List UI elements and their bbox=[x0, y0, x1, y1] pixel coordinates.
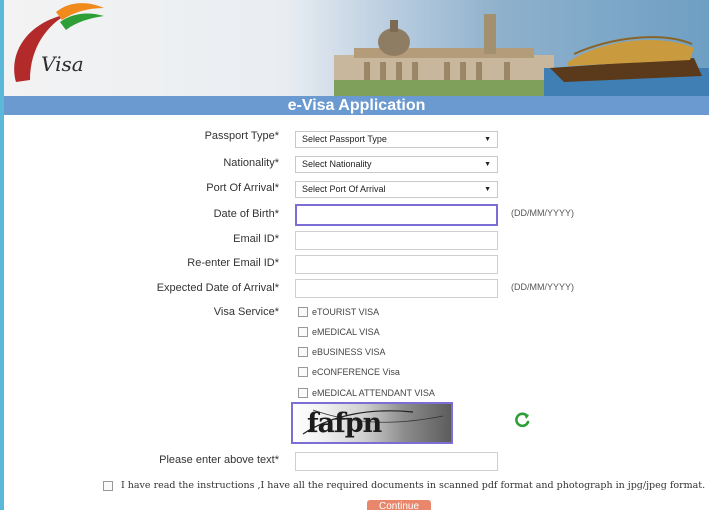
captcha-text: fafpn bbox=[307, 408, 382, 439]
etourist-visa-checkbox[interactable]: eTOURIST VISA bbox=[298, 307, 379, 317]
checkbox-box[interactable] bbox=[298, 388, 308, 398]
declaration-text: I have read the instructions ,I have all… bbox=[121, 480, 706, 491]
arrival-date-label: Expected Date of Arrival* bbox=[156, 282, 279, 294]
evisa-page: Visa e-Visa Application Passport Type* S… bbox=[4, 0, 709, 510]
nationality-label: Nationality* bbox=[223, 157, 279, 169]
checkbox-label: eBUSINESS VISA bbox=[312, 347, 386, 357]
dob-input[interactable] bbox=[295, 204, 498, 226]
reemail-label: Re-enter Email ID* bbox=[187, 257, 279, 269]
refresh-captcha-icon[interactable] bbox=[512, 410, 532, 430]
dropdown-arrow-icon: ▼ bbox=[484, 161, 491, 168]
continue-button[interactable]: Continue bbox=[367, 500, 431, 510]
passport-type-select[interactable]: Select Passport Type ▼ bbox=[295, 131, 498, 148]
houseboat-image bbox=[544, 36, 709, 96]
checkbox-label: eCONFERENCE Visa bbox=[312, 367, 400, 377]
checkbox-box[interactable] bbox=[103, 480, 113, 491]
dropdown-arrow-icon: ▼ bbox=[484, 136, 491, 143]
port-of-arrival-value: Select Port Of Arrival bbox=[302, 184, 386, 194]
checkbox-box[interactable] bbox=[298, 367, 308, 377]
dob-label: Date of Birth* bbox=[213, 208, 279, 220]
emedical-visa-checkbox[interactable]: eMEDICAL VISA bbox=[298, 327, 380, 337]
checkbox-label: eMEDICAL ATTENDANT VISA bbox=[312, 388, 435, 398]
header-banner: Visa bbox=[4, 0, 709, 96]
building-image bbox=[334, 14, 554, 96]
captcha-input[interactable] bbox=[295, 452, 498, 471]
nationality-select[interactable]: Select Nationality ▼ bbox=[295, 156, 498, 173]
visa-service-label: Visa Service* bbox=[213, 306, 279, 318]
port-of-arrival-label: Port Of Arrival* bbox=[206, 182, 279, 194]
dropdown-arrow-icon: ▼ bbox=[484, 186, 491, 193]
reemail-input[interactable] bbox=[295, 255, 498, 274]
port-of-arrival-select[interactable]: Select Port Of Arrival ▼ bbox=[295, 181, 498, 198]
econference-visa-checkbox[interactable]: eCONFERENCE Visa bbox=[298, 367, 400, 377]
arrival-date-input[interactable] bbox=[295, 279, 498, 298]
declaration-checkbox[interactable]: I have read the instructions ,I have all… bbox=[103, 480, 705, 491]
ebusiness-visa-checkbox[interactable]: eBUSINESS VISA bbox=[298, 347, 386, 357]
nationality-value: Select Nationality bbox=[302, 159, 372, 169]
dob-format-hint: (DD/MM/YYYY) bbox=[511, 208, 574, 218]
title-bar: e-Visa Application bbox=[4, 96, 709, 115]
checkbox-label: eMEDICAL VISA bbox=[312, 327, 380, 337]
checkbox-box[interactable] bbox=[298, 307, 308, 317]
emedical-attendant-visa-checkbox[interactable]: eMEDICAL ATTENDANT VISA bbox=[298, 388, 435, 398]
checkbox-box[interactable] bbox=[298, 327, 308, 337]
passport-type-label: Passport Type* bbox=[204, 130, 279, 142]
email-input[interactable] bbox=[295, 231, 498, 250]
logo-text: Visa bbox=[41, 52, 84, 76]
captcha-entry-label: Please enter above text* bbox=[159, 454, 279, 466]
evisa-logo bbox=[14, 3, 104, 82]
checkbox-box[interactable] bbox=[298, 347, 308, 357]
arrival-date-format-hint: (DD/MM/YYYY) bbox=[511, 282, 574, 292]
checkbox-label: eTOURIST VISA bbox=[312, 307, 380, 317]
email-label: Email ID* bbox=[233, 233, 279, 245]
captcha-image: fafpn bbox=[291, 402, 453, 444]
page-title: e-Visa Application bbox=[287, 97, 426, 114]
passport-type-value: Select Passport Type bbox=[302, 134, 387, 144]
